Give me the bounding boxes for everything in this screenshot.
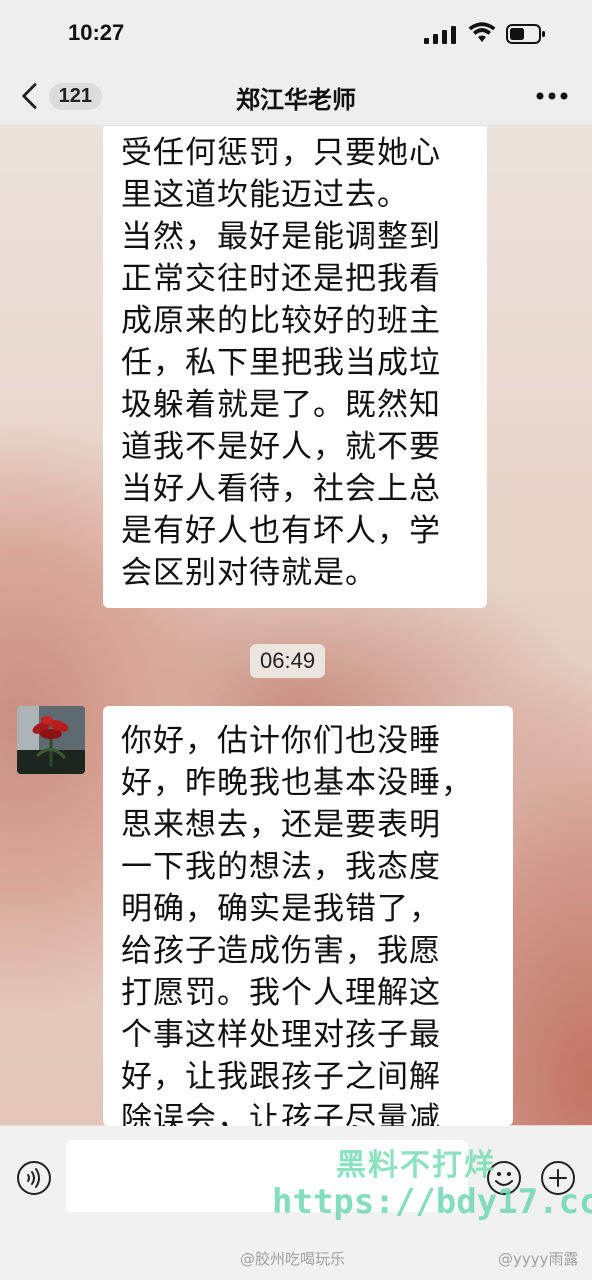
message-line: 除误会，让孩子尽量减 xyxy=(121,1101,441,1126)
message-line: 圾躲着就是了。既然知 xyxy=(121,387,441,423)
message-line: 一下我的想法，我态度 xyxy=(121,849,441,885)
signal-icon xyxy=(424,26,456,44)
wifi-icon xyxy=(468,22,496,42)
chat-title: 郑江华老师 xyxy=(236,86,356,114)
message-line: 当好人看待，社会上总 xyxy=(121,471,441,507)
battery-icon xyxy=(506,24,545,44)
message-line: 给孩子造成伤害，我愿 xyxy=(121,933,441,969)
message-timestamp: 06:49 xyxy=(250,644,326,678)
message-line: 道我不是好人，就不要 xyxy=(121,429,441,465)
message-line: 打愿罚。我个人理解这 xyxy=(121,975,441,1011)
voice-icon[interactable] xyxy=(16,1160,52,1196)
message-line: 会区别对待就是。 xyxy=(121,555,377,591)
weibo-watermark-left: @胶州吃喝玩乐 xyxy=(240,1250,346,1268)
contact-avatar[interactable] xyxy=(17,706,85,774)
message-line: 当然，最好是能调整到 xyxy=(121,219,441,255)
message-line: 好，昨晚我也基本没睡， xyxy=(121,765,473,801)
message-text: 是我做错了，愿意接 受任何惩罚，只要她心 里这道坎能迈过去。 当然，最好是能调整… xyxy=(121,110,481,594)
message-line: 受任何惩罚，只要她心 xyxy=(121,135,441,171)
message-line: 是有好人也有坏人，学 xyxy=(121,513,441,549)
watermark-url: https://bdy17.cc xyxy=(272,1182,592,1222)
message-line: 任，私下里把我当成垃 xyxy=(121,345,441,381)
watermark-text: 黑料不打烊 xyxy=(336,1148,496,1183)
message-line: 个事这样处理对孩子最 xyxy=(121,1017,441,1053)
flower-avatar-icon xyxy=(17,706,85,774)
message-line: 思来想去，还是要表明 xyxy=(121,807,441,843)
message-line: 好，让我跟孩子之间解 xyxy=(121,1059,441,1095)
message-line: 里这道坎能迈过去。 xyxy=(121,177,409,213)
message-bubble[interactable]: 你好，估计你们也没睡 好，昨晚我也基本没睡， 思来想去，还是要表明 一下我的想法… xyxy=(103,706,513,1126)
message-bubble[interactable]: 是我做错了，愿意接 受任何惩罚，只要她心 里这道坎能迈过去。 当然，最好是能调整… xyxy=(103,110,487,608)
message-line: 明确，确实是我错了， xyxy=(121,891,441,927)
weibo-watermark-right: @yyyy雨露 xyxy=(498,1250,579,1268)
message-line: 成原来的比较好的班主 xyxy=(121,303,441,339)
status-time: 10:27 xyxy=(68,20,125,45)
status-bar: 10:27 xyxy=(0,0,592,66)
more-dots-icon[interactable] xyxy=(532,82,572,110)
message-line: 正常交往时还是把我看 xyxy=(121,261,441,297)
message-line: 你好，估计你们也没睡 xyxy=(121,723,441,759)
chat-header-overlay: 121 郑江华老师 xyxy=(0,66,592,126)
